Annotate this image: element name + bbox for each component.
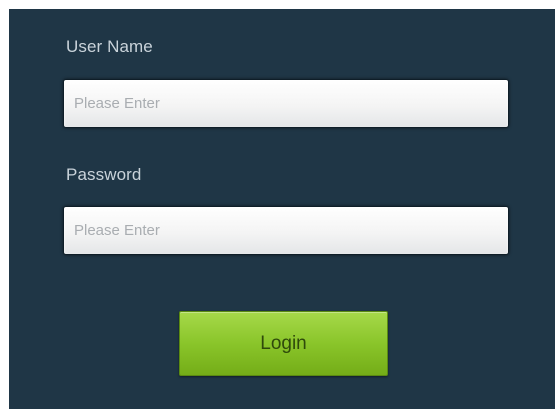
username-label: User Name — [66, 37, 153, 56]
login-panel: User Name Password Login — [9, 9, 555, 409]
password-input[interactable] — [63, 206, 509, 255]
username-input[interactable] — [63, 79, 509, 128]
login-button[interactable]: Login — [179, 311, 388, 376]
password-label: Password — [66, 165, 142, 184]
